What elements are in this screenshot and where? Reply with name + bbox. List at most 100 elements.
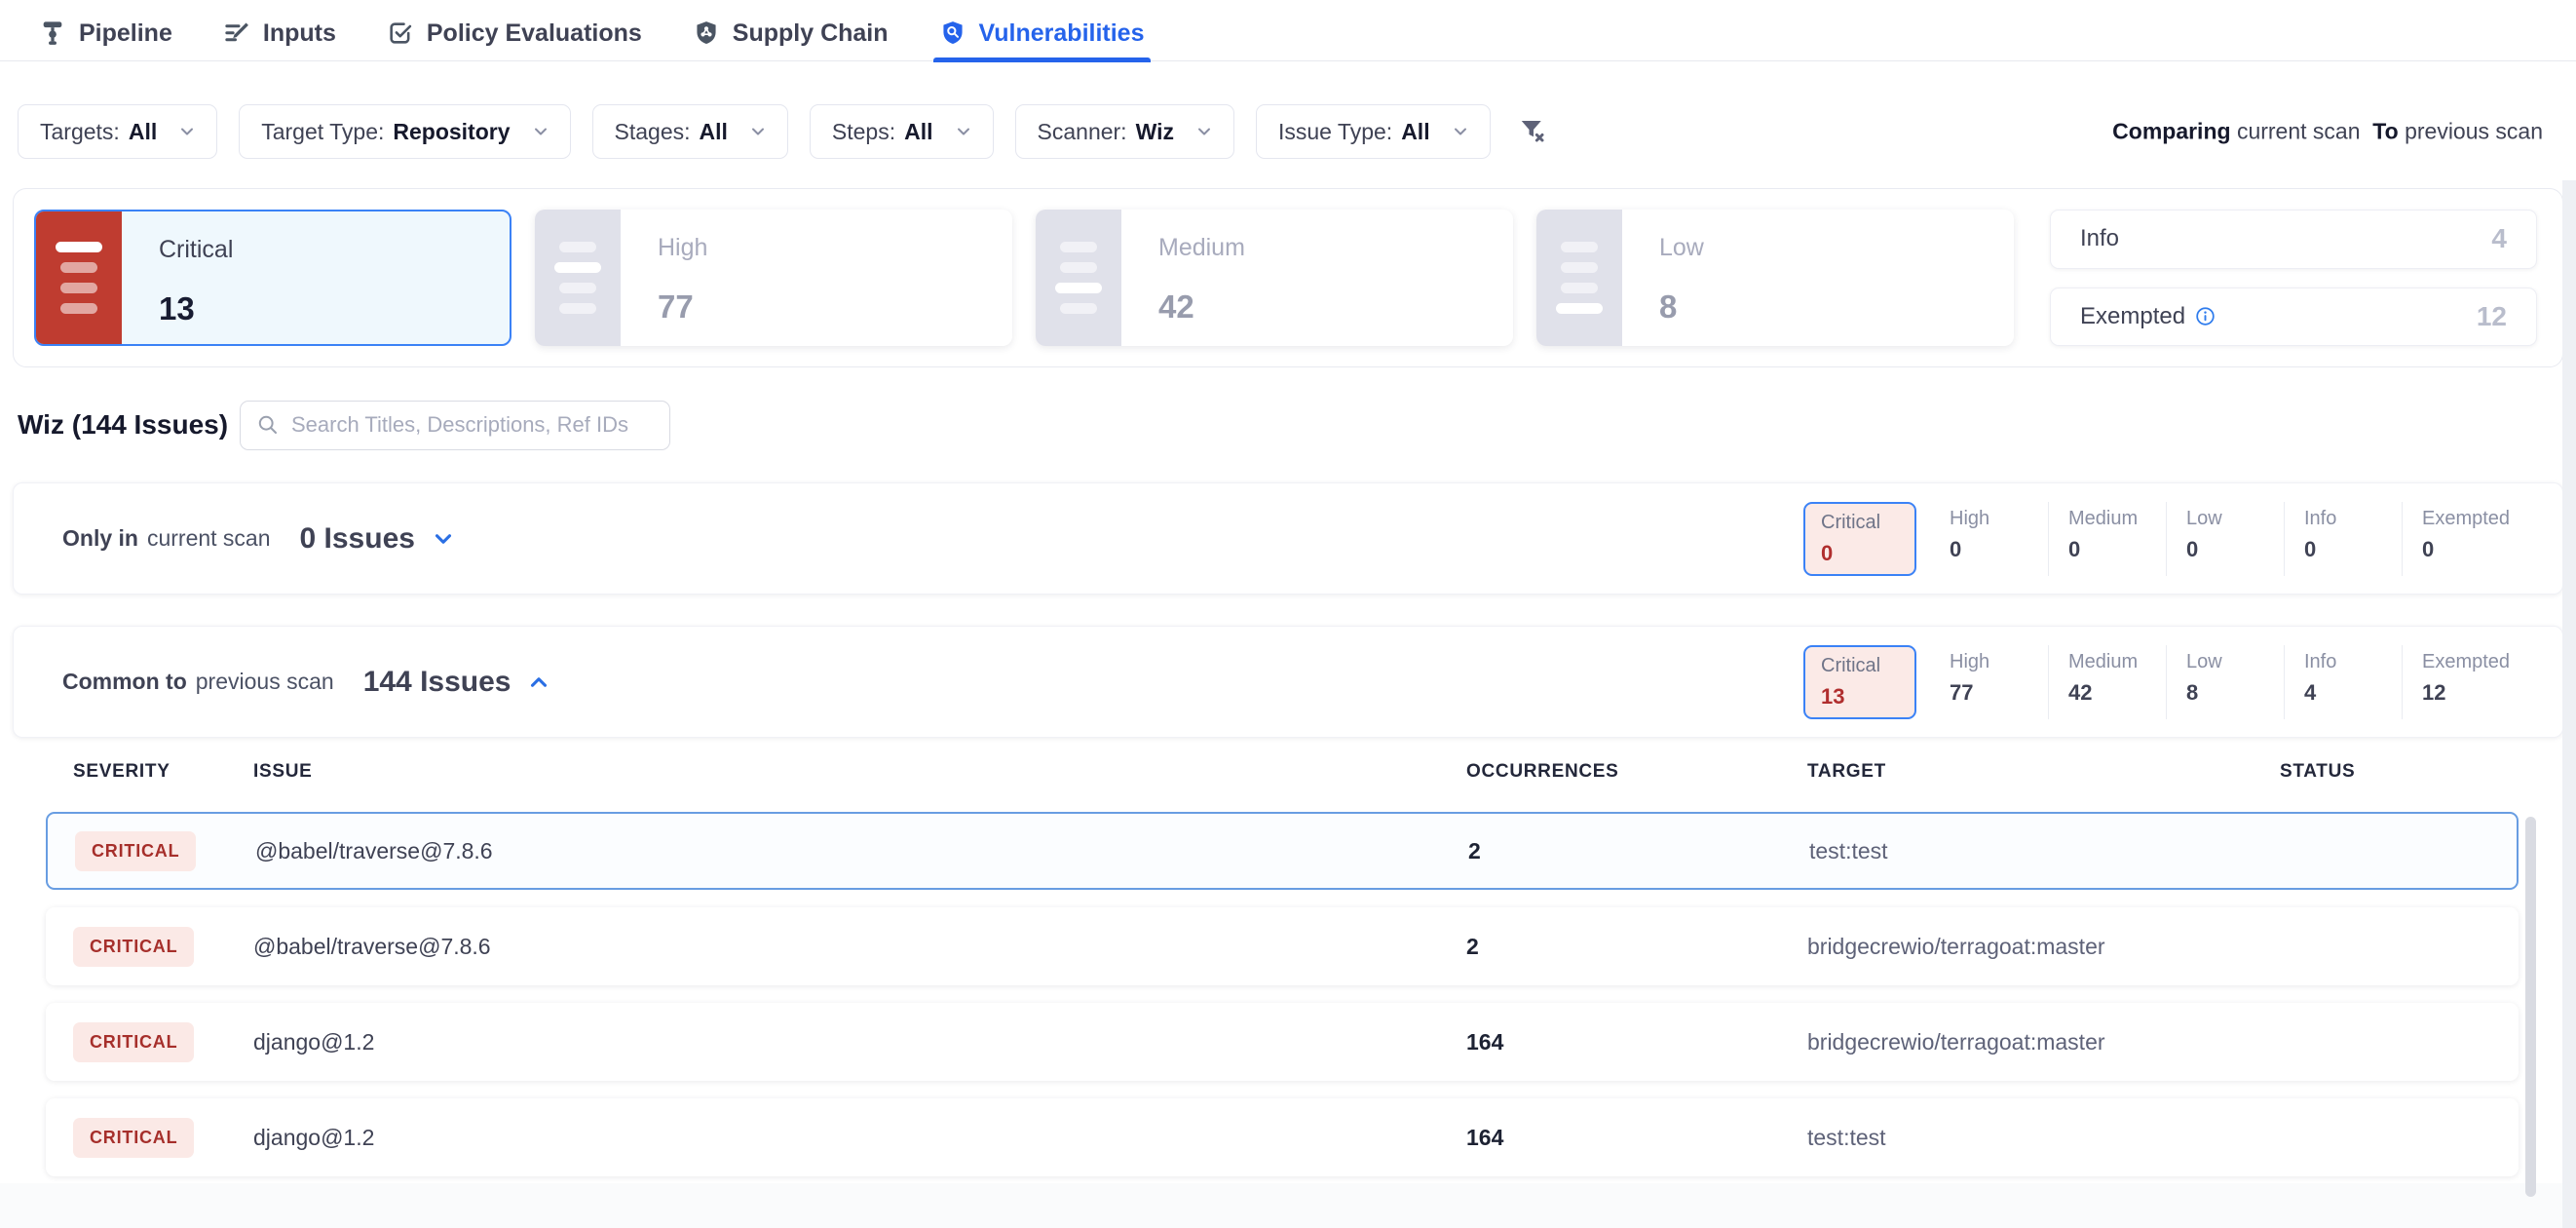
filter-value: All xyxy=(904,119,932,145)
filter-scanner[interactable]: Scanner: Wiz xyxy=(1015,104,1234,159)
table-header: SEVERITY ISSUE OCCURRENCES TARGET STATUS xyxy=(0,752,2576,791)
count-high[interactable]: High 0 xyxy=(1930,502,2048,576)
tab-vulnerabilities[interactable]: Vulnerabilities xyxy=(939,6,1145,61)
info-icon[interactable] xyxy=(2195,306,2216,326)
tab-label: Pipeline xyxy=(79,19,172,48)
filter-value: All xyxy=(1401,119,1429,145)
severity-card-medium[interactable]: Medium 42 xyxy=(1036,210,1513,346)
target-name: test:test xyxy=(1807,1125,2280,1151)
tab-supply-chain[interactable]: Supply Chain xyxy=(693,6,889,61)
severity-card-label: High xyxy=(658,234,707,262)
count-exempted[interactable]: Exempted 0 xyxy=(2402,502,2519,576)
severity-card-count: 13 xyxy=(159,290,233,327)
filter-bar: Targets: All Target Type: Repository Sta… xyxy=(18,104,2558,159)
section-only-in-current-scan: Only in current scan 0 Issues Critical 0… xyxy=(13,482,2563,595)
severity-card-exempted[interactable]: Exempted 12 xyxy=(2050,288,2537,347)
search-icon xyxy=(256,413,280,437)
occurrences-count: 2 xyxy=(1468,838,1809,864)
filter-target-type[interactable]: Target Type: Repository xyxy=(239,104,570,159)
severity-card-low[interactable]: Low 8 xyxy=(1536,210,2014,346)
chevron-up-icon[interactable] xyxy=(526,670,551,695)
filter-label: Issue Type: xyxy=(1278,119,1392,145)
vulnerabilities-page: Pipeline Inputs Policy Evaluations Suppl… xyxy=(0,0,2576,1228)
clear-filters-button[interactable] xyxy=(1512,110,1553,154)
count-medium[interactable]: Medium 0 xyxy=(2048,502,2166,576)
section-common-to-previous-scan: Common to previous scan 144 Issues Criti… xyxy=(13,626,2563,738)
filter-steps[interactable]: Steps: All xyxy=(810,104,994,159)
vulnerabilities-shield-icon xyxy=(939,19,966,47)
filter-value: Wiz xyxy=(1136,119,1174,145)
count-info[interactable]: Info 0 xyxy=(2284,502,2402,576)
filter-value: Repository xyxy=(393,119,510,145)
count-exempted[interactable]: Exempted 12 xyxy=(2402,645,2519,719)
occurrences-count: 164 xyxy=(1466,1029,1807,1055)
tab-label: Inputs xyxy=(263,19,336,48)
filter-label: Steps: xyxy=(832,119,895,145)
severity-card-high[interactable]: High 77 xyxy=(535,210,1012,346)
target-name: bridgecrewio/terragoat:master xyxy=(1807,1029,2280,1055)
search-input[interactable] xyxy=(291,412,654,438)
chevron-down-icon xyxy=(1194,122,1214,141)
tab-inputs[interactable]: Inputs xyxy=(223,6,336,61)
filter-value: All xyxy=(700,119,728,145)
table-row[interactable]: CRITICAL django@1.2 164 test:test xyxy=(46,1098,2519,1176)
scanner-title: Wiz (144 Issues) xyxy=(18,409,228,441)
section-toggle[interactable]: Common to previous scan 144 Issues xyxy=(62,666,551,699)
section-label-rest: current scan xyxy=(147,525,271,552)
policy-check-icon xyxy=(387,19,414,47)
column-header-status: STATUS xyxy=(2280,761,2576,783)
chevron-down-icon[interactable] xyxy=(431,526,456,552)
count-low[interactable]: Low 8 xyxy=(2166,645,2284,719)
previous-scan-label: previous scan xyxy=(2405,119,2543,144)
severity-card-critical[interactable]: Critical 13 xyxy=(34,210,511,346)
filter-label: Stages: xyxy=(615,119,691,145)
table-row[interactable]: CRITICAL @babel/traverse@7.8.6 2 bridgec… xyxy=(46,907,2519,985)
current-scan-label: current scan xyxy=(2237,119,2361,144)
severity-badge: CRITICAL xyxy=(73,1118,194,1158)
count-medium[interactable]: Medium 42 xyxy=(2048,645,2166,719)
section-toggle[interactable]: Only in current scan 0 Issues xyxy=(62,522,456,556)
count-high[interactable]: High 77 xyxy=(1930,645,2048,719)
filter-label: Scanner: xyxy=(1038,119,1127,145)
issue-name: django@1.2 xyxy=(253,1125,1466,1151)
section-label-rest: previous scan xyxy=(196,669,334,695)
severity-bars-icon xyxy=(535,210,621,346)
compare-banner: Comparing current scan To previous scan xyxy=(2112,119,2543,145)
severity-bars-icon xyxy=(1036,210,1121,346)
chevron-down-icon xyxy=(748,122,768,141)
tab-label: Policy Evaluations xyxy=(427,19,642,48)
tab-label: Supply Chain xyxy=(733,19,889,48)
target-name: bridgecrewio/terragoat:master xyxy=(1807,934,2280,960)
filter-targets[interactable]: Targets: All xyxy=(18,104,217,159)
count-critical[interactable]: Critical 0 xyxy=(1803,502,1916,576)
search-box xyxy=(240,401,670,450)
page-bottom-area xyxy=(0,1183,2576,1228)
tab-pipeline[interactable]: Pipeline xyxy=(39,6,172,61)
target-name: test:test xyxy=(1809,838,2282,864)
side-cards-column: Info 4 Exempted 12 xyxy=(2050,210,2537,346)
section-severity-counts: Critical 13 High 77 Medium 42 Low 8 Info… xyxy=(1803,645,2519,719)
pipeline-icon xyxy=(39,19,66,47)
filter-stages[interactable]: Stages: All xyxy=(592,104,788,159)
chevron-down-icon xyxy=(954,122,973,141)
side-card-label: Info xyxy=(2080,225,2119,252)
table-scrollbar[interactable] xyxy=(2525,817,2536,1197)
severity-card-info[interactable]: Info 4 xyxy=(2050,210,2537,269)
severity-badge: CRITICAL xyxy=(73,1022,194,1062)
table-row[interactable]: CRITICAL @babel/traverse@7.8.6 2 test:te… xyxy=(46,812,2519,890)
filter-label: Target Type: xyxy=(261,119,384,145)
chevron-down-icon xyxy=(177,122,197,141)
page-scrollbar-track[interactable] xyxy=(2562,180,2576,1228)
tab-policy-evaluations[interactable]: Policy Evaluations xyxy=(387,6,642,61)
tab-bar: Pipeline Inputs Policy Evaluations Suppl… xyxy=(0,6,2576,61)
count-critical[interactable]: Critical 13 xyxy=(1803,645,1916,719)
severity-card-label: Critical xyxy=(159,236,233,264)
filter-value: All xyxy=(129,119,157,145)
filter-issue-type[interactable]: Issue Type: All xyxy=(1256,104,1491,159)
count-low[interactable]: Low 0 xyxy=(2166,502,2284,576)
chevron-down-icon xyxy=(531,122,550,141)
side-card-count: 4 xyxy=(2491,223,2507,254)
supply-chain-shield-icon xyxy=(693,19,720,47)
table-row[interactable]: CRITICAL django@1.2 164 bridgecrewio/ter… xyxy=(46,1003,2519,1081)
count-info[interactable]: Info 4 xyxy=(2284,645,2402,719)
